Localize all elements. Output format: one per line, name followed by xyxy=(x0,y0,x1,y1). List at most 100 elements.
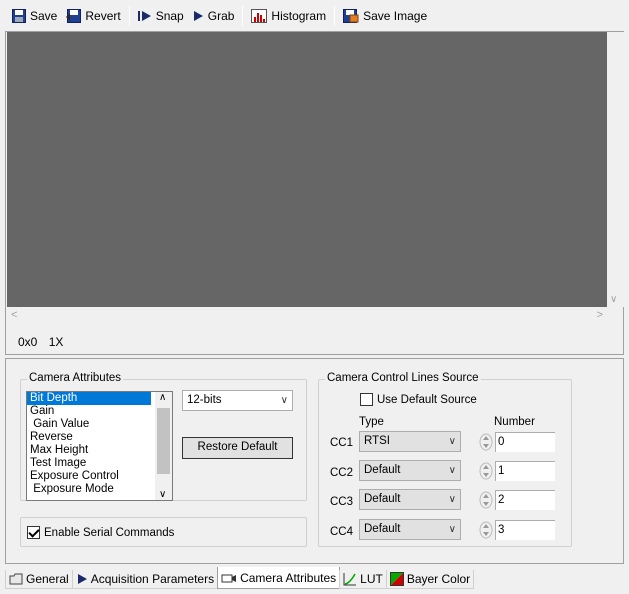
scroll-down-icon[interactable]: ∨ xyxy=(159,489,166,500)
grab-button[interactable]: Grab xyxy=(188,5,239,27)
histogram-button[interactable]: Histogram xyxy=(247,5,330,27)
use-default-source-label: Use Default Source xyxy=(377,393,477,406)
attribute-value: 12-bits xyxy=(187,394,222,406)
tab-camera-attributes[interactable]: Camera Attributes xyxy=(217,567,341,589)
tab-general-label: General xyxy=(26,572,69,586)
list-item[interactable]: Reverse xyxy=(27,431,172,444)
save-button[interactable]: Save xyxy=(8,5,61,27)
scroll-up-icon[interactable]: ∧ xyxy=(159,392,166,403)
attribute-value-select[interactable]: 12-bits ∨ xyxy=(182,390,293,411)
spinner-arrows-icon xyxy=(479,433,493,451)
scrollbar-thumb[interactable] xyxy=(157,408,170,474)
histogram-label: Histogram xyxy=(271,8,327,23)
bayer-color-icon xyxy=(389,572,404,586)
save-image-icon xyxy=(343,8,359,23)
listbox-scrollbar[interactable]: ∧ ∨ xyxy=(155,392,172,500)
scroll-left-icon[interactable]: < xyxy=(11,309,17,321)
scroll-down-icon[interactable]: ∨ xyxy=(610,294,617,305)
play-icon xyxy=(193,10,203,21)
chevron-down-icon: ∨ xyxy=(280,395,288,406)
tab-acquisition-parameters[interactable]: Acquisition Parameters xyxy=(71,570,219,589)
cc1-number-value: 0 xyxy=(498,436,505,448)
spinner-arrows-icon xyxy=(479,491,493,509)
cc4-label: CC4 xyxy=(330,526,354,538)
revert-button[interactable]: Revert xyxy=(61,5,124,27)
cc4-type-value: Default xyxy=(364,523,401,535)
list-item[interactable]: Gain Value xyxy=(27,418,172,431)
cc2-number-field[interactable]: 1 xyxy=(495,461,555,481)
attributes-listbox[interactable]: Bit Depth Gain Gain Value Reverse Max He… xyxy=(26,391,173,501)
revert-label: Revert xyxy=(85,8,121,23)
tab-bar: General Acquisition Parameters Camera At… xyxy=(5,567,475,589)
save-image-label: Save Image xyxy=(363,8,428,23)
chevron-down-icon: ∨ xyxy=(448,524,456,535)
checkbox-unchecked-icon[interactable] xyxy=(360,393,373,406)
cc1-type-value: RTSI xyxy=(364,435,390,447)
cc4-number-value: 3 xyxy=(498,524,505,536)
restore-default-label: Restore Default xyxy=(197,441,278,453)
enable-serial-checkbox[interactable]: Enable Serial Commands xyxy=(27,526,174,539)
toolbar: Save Revert Snap Grab Histogram Save Ima… xyxy=(0,0,629,31)
cc4-number-field[interactable]: 3 xyxy=(495,520,555,540)
control-lines-legend: Camera Control Lines Source xyxy=(325,372,481,384)
grab-label: Grab xyxy=(207,8,235,23)
cc3-number-value: 2 xyxy=(498,494,505,506)
cc3-number-field[interactable]: 2 xyxy=(495,490,555,510)
tab-general[interactable]: General xyxy=(5,570,73,589)
position-readout: 0x0 xyxy=(18,335,38,349)
cc3-type-select[interactable]: Default ∨ xyxy=(359,489,461,510)
revert-disk-icon xyxy=(66,8,82,23)
chevron-down-icon: ∨ xyxy=(448,436,456,447)
cc1-label: CC1 xyxy=(330,437,354,449)
chevron-down-icon: ∨ xyxy=(448,465,456,476)
list-item[interactable]: Test Image xyxy=(27,457,172,470)
list-item[interactable]: Max Height xyxy=(27,444,172,457)
cc3-number-spinner[interactable] xyxy=(478,490,494,510)
cc1-number-field[interactable]: 0 xyxy=(495,432,555,452)
snap-label: Snap xyxy=(155,8,184,23)
horizontal-scrollbar[interactable]: < > xyxy=(7,308,607,325)
cc2-label: CC2 xyxy=(330,467,354,479)
tab-bayer-color-label: Bayer Color xyxy=(406,572,471,586)
settings-panel: Camera Attributes Bit Depth Gain Gain Va… xyxy=(5,358,624,564)
toolbar-separator xyxy=(242,5,244,26)
tab-acquisition-label: Acquisition Parameters xyxy=(90,572,215,586)
cc2-type-select[interactable]: Default ∨ xyxy=(359,460,461,481)
list-item[interactable]: Gain xyxy=(27,405,172,418)
camera-icon xyxy=(221,574,237,582)
checkbox-checked-icon[interactable] xyxy=(27,526,40,539)
vertical-scrollbar[interactable]: ∨ xyxy=(607,32,624,307)
list-item[interactable]: Exposure Mode xyxy=(27,483,172,496)
cc2-number-spinner[interactable] xyxy=(478,461,494,481)
cc1-type-select[interactable]: RTSI ∨ xyxy=(359,431,461,452)
cc3-type-value: Default xyxy=(364,493,401,505)
tab-lut[interactable]: LUT xyxy=(339,570,387,589)
snap-button[interactable]: Snap xyxy=(134,5,188,27)
toolbar-separator xyxy=(128,5,130,26)
viewer-status: 0x0 1X xyxy=(18,335,71,349)
tab-bayer-color[interactable]: Bayer Color xyxy=(385,570,475,589)
list-item[interactable]: Bit Depth xyxy=(27,392,151,405)
chevron-down-icon: ∨ xyxy=(448,494,456,505)
cc4-type-select[interactable]: Default ∨ xyxy=(359,519,461,540)
folder-icon xyxy=(9,573,23,585)
use-default-source-checkbox[interactable]: Use Default Source xyxy=(360,393,477,406)
spinner-arrows-icon xyxy=(479,462,493,480)
list-item[interactable]: Exposure Control xyxy=(27,470,172,483)
cc3-label: CC3 xyxy=(330,496,354,508)
save-label: Save xyxy=(30,8,58,23)
number-header: Number xyxy=(494,416,535,428)
cc2-type-value: Default xyxy=(364,464,401,476)
image-viewer: ∨ < > 0x0 1X xyxy=(5,31,624,355)
image-canvas[interactable] xyxy=(7,32,607,307)
spinner-arrows-icon xyxy=(479,521,493,539)
restore-default-button[interactable]: Restore Default xyxy=(182,437,293,459)
scroll-right-icon[interactable]: > xyxy=(597,309,603,321)
cc4-number-spinner[interactable] xyxy=(478,520,494,540)
enable-serial-label: Enable Serial Commands xyxy=(44,526,175,539)
cc1-number-spinner[interactable] xyxy=(478,432,494,452)
save-image-button[interactable]: Save Image xyxy=(339,5,431,27)
tab-lut-label: LUT xyxy=(360,572,383,586)
cc2-number-value: 1 xyxy=(498,465,505,477)
toolbar-separator xyxy=(334,5,336,26)
